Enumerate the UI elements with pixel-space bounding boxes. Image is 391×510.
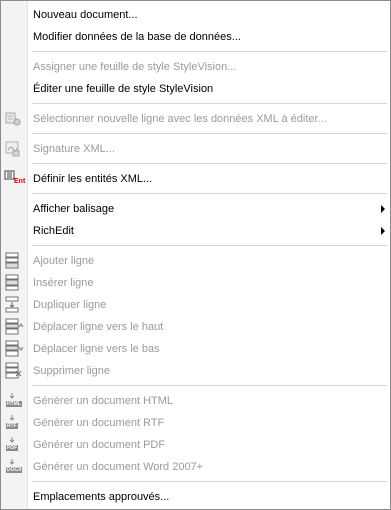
menu-item-label: Afficher balisage — [33, 203, 115, 215]
menu-separator — [32, 385, 387, 386]
html-doc-icon: HTML — [4, 392, 24, 410]
menu-separator — [32, 193, 387, 194]
menu-separator — [32, 163, 387, 164]
menu-item-signature: Signature XML... — [1, 139, 390, 159]
submenu-arrow-icon — [381, 227, 385, 235]
menu-item-insert-row: Insérer ligne — [1, 273, 390, 293]
menu-item-new-document[interactable]: Nouveau document... — [1, 5, 390, 25]
menu-item-label: Assigner une feuille de style StyleVisio… — [33, 61, 237, 73]
pdf-doc-icon: PDF — [4, 436, 24, 454]
menu-item-richedit[interactable]: RichEdit — [1, 221, 390, 241]
menu-item-label: Nouveau document... — [33, 9, 138, 21]
menu-item-label: Ajouter ligne — [33, 255, 95, 267]
context-menu: Nouveau document... Modifier données de … — [0, 0, 391, 510]
menu-item-select-new-row: Sélectionner nouvelle ligne avec les don… — [1, 109, 390, 129]
menu-item-label: Emplacements approuvés... — [33, 491, 170, 503]
menu-item-gen-rtf: RTF Générer un document RTF — [1, 413, 390, 433]
menu-item-delete-row: Supprimer ligne — [1, 361, 390, 381]
menu-item-label: Déplacer ligne vers le haut — [33, 321, 164, 333]
menu-item-label: Signature XML... — [33, 143, 115, 155]
move-row-down-icon — [4, 340, 24, 358]
menu-separator — [32, 103, 387, 104]
menu-item-label: Générer un document PDF — [33, 439, 166, 451]
menu-item-move-row-up: Déplacer ligne vers le haut — [1, 317, 390, 337]
menu-item-label: Insérer ligne — [33, 277, 94, 289]
menu-item-label: Déplacer ligne vers le bas — [33, 343, 160, 355]
duplicate-row-icon — [4, 296, 24, 314]
rtf-doc-icon: RTF — [4, 414, 24, 432]
menu-item-assign-stylesheet: Assigner une feuille de style StyleVisio… — [1, 57, 390, 77]
menu-item-label: Générer un document HTML — [33, 395, 174, 407]
menu-separator — [32, 133, 387, 134]
menu-item-label: Éditer une feuille de style StyleVision — [33, 83, 214, 95]
menu-item-edit-stylesheet[interactable]: Éditer une feuille de style StyleVision — [1, 79, 390, 99]
menu-item-label: Générer un document RTF — [33, 417, 165, 429]
insert-row-icon — [4, 274, 24, 292]
menu-item-label: Modifier données de la base de données..… — [33, 31, 241, 43]
docx-doc-icon: DOCX — [4, 458, 24, 476]
menu-item-label: Dupliquer ligne — [33, 299, 107, 311]
signature-icon — [4, 140, 24, 158]
rtf-tag: RTF — [6, 423, 18, 429]
menu-item-gen-pdf: PDF Générer un document PDF — [1, 435, 390, 455]
menu-item-gen-word: DOCX Générer un document Word 2007+ — [1, 457, 390, 477]
menu-item-define-entities[interactable]: Ent Définir les entités XML... — [1, 169, 390, 189]
entities-icon: Ent — [4, 170, 26, 188]
menu-separator — [32, 51, 387, 52]
menu-item-label: Définir les entités XML... — [33, 173, 153, 185]
menu-item-gen-html: HTML Générer un document HTML — [1, 391, 390, 411]
menu-item-label: Générer un document Word 2007+ — [33, 461, 204, 473]
menu-separator — [32, 481, 387, 482]
add-row-icon — [4, 252, 24, 270]
pdf-tag: PDF — [6, 445, 18, 451]
delete-row-icon — [4, 362, 24, 380]
menu-item-label: Sélectionner nouvelle ligne avec les don… — [33, 113, 327, 125]
menu-item-duplicate-row: Dupliquer ligne — [1, 295, 390, 315]
docx-tag: DOCX — [6, 467, 23, 473]
html-tag: HTML — [6, 401, 22, 407]
menu-item-move-row-down: Déplacer ligne vers le bas — [1, 339, 390, 359]
ent-label: Ent — [14, 178, 26, 185]
menu-item-show-markup[interactable]: Afficher balisage — [1, 199, 390, 219]
select-row-icon — [4, 110, 24, 128]
menu-item-label: Supprimer ligne — [33, 365, 111, 377]
menu-item-edit-db-data[interactable]: Modifier données de la base de données..… — [1, 27, 390, 47]
menu-item-trusted-locations[interactable]: Emplacements approuvés... — [1, 487, 390, 507]
menu-item-add-row: Ajouter ligne — [1, 251, 390, 271]
move-row-up-icon — [4, 318, 24, 336]
menu-item-label: RichEdit — [33, 225, 74, 237]
submenu-arrow-icon — [381, 205, 385, 213]
menu-separator — [32, 245, 387, 246]
